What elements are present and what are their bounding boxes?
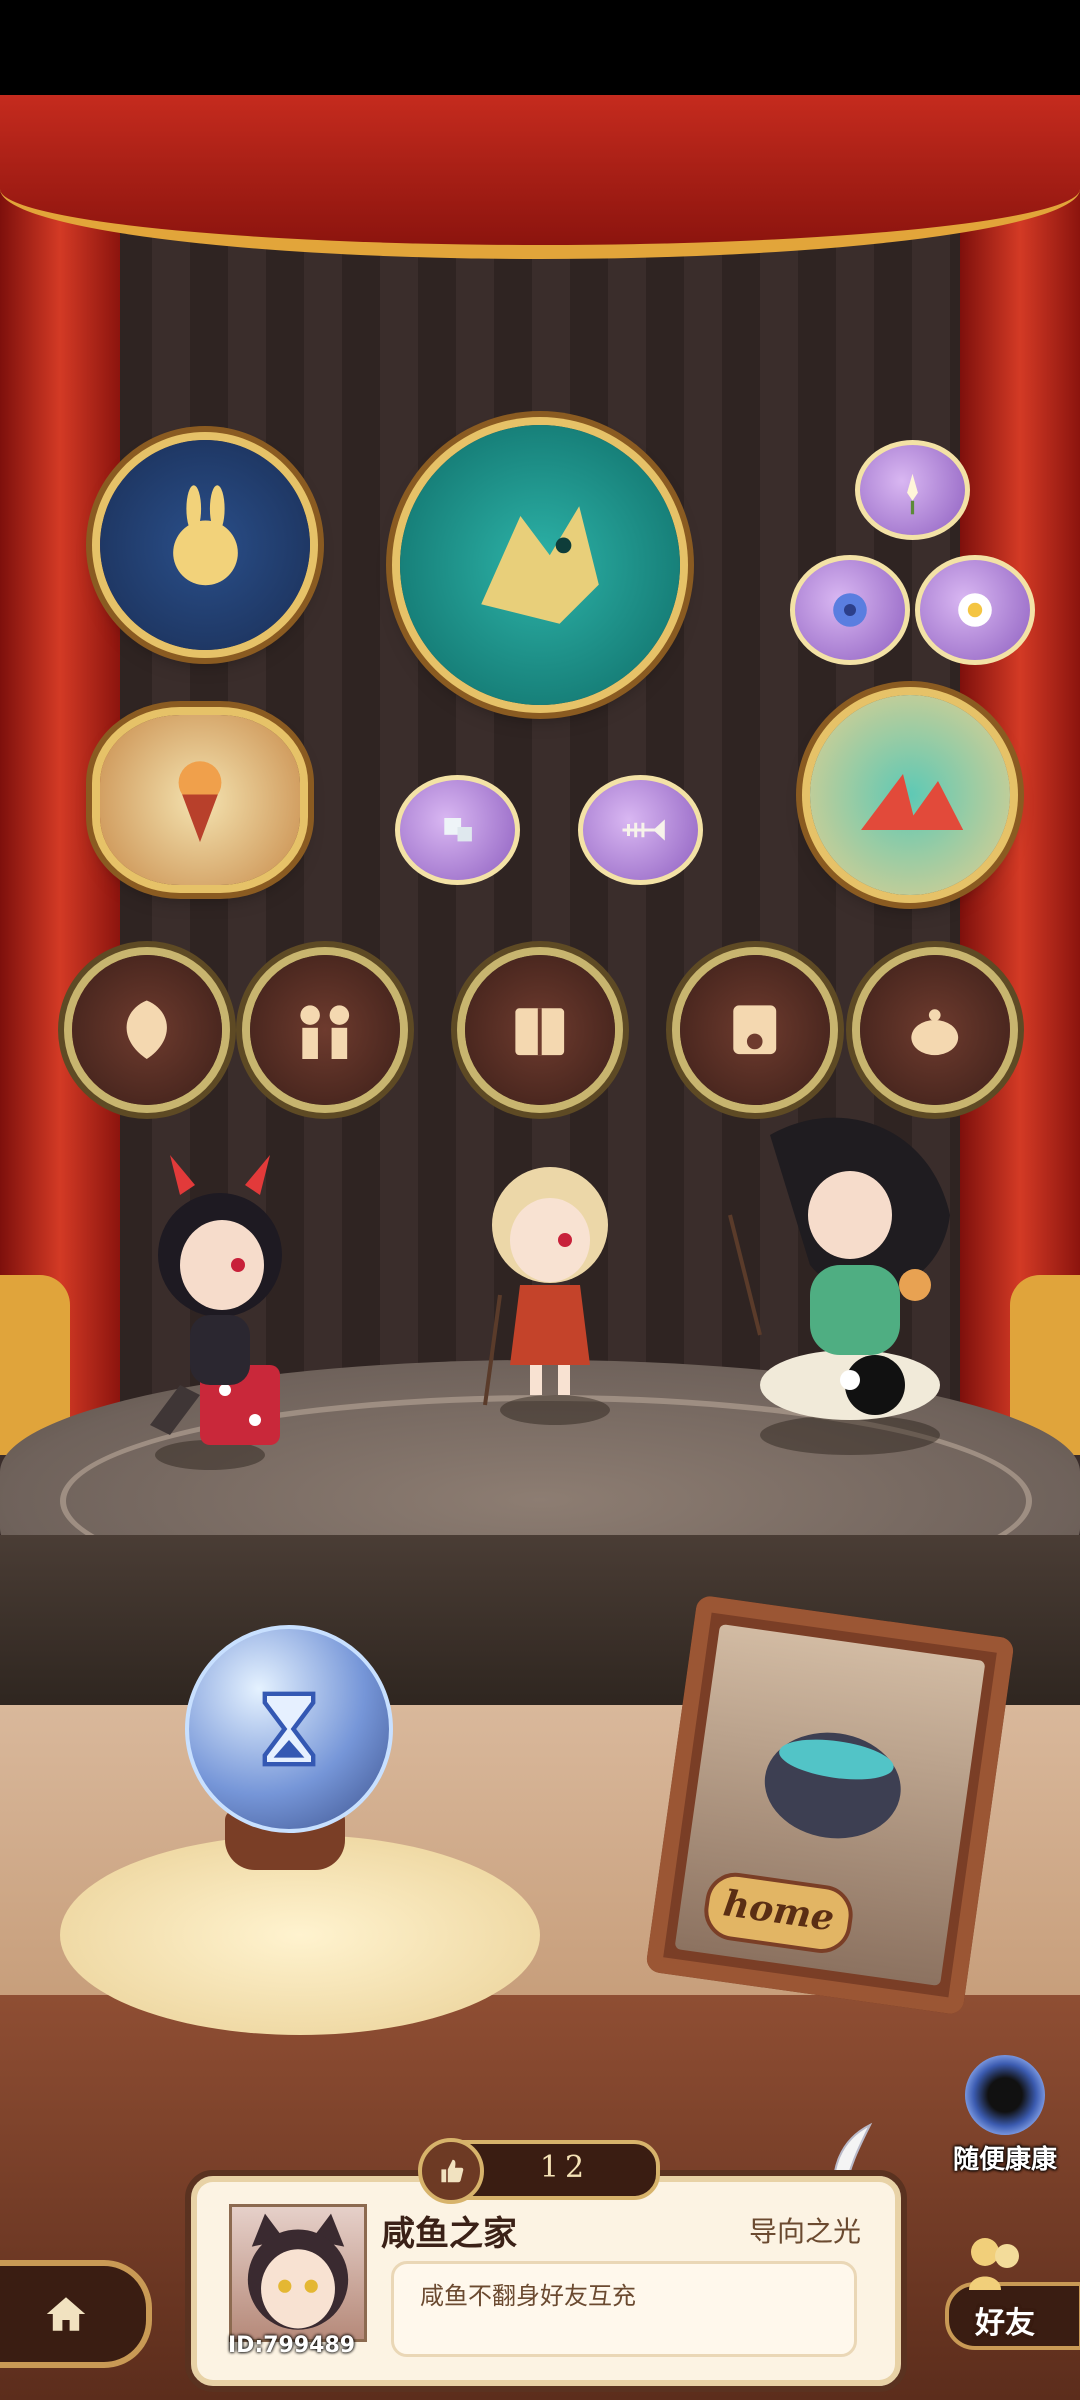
fish-bone-icon bbox=[622, 819, 665, 841]
daisy-icon bbox=[958, 593, 992, 627]
badge-ice-cubes[interactable] bbox=[395, 775, 520, 885]
badge-slot-book[interactable] bbox=[465, 955, 615, 1105]
ice-cream-icon bbox=[178, 760, 222, 842]
badge-slot-leaves[interactable] bbox=[72, 955, 222, 1105]
friends-label: 好友 bbox=[975, 2306, 1035, 2341]
character-fishing-sage[interactable] bbox=[700, 1095, 1030, 1445]
dragon-icon bbox=[481, 506, 599, 624]
game-scene: home bbox=[0, 95, 1080, 2400]
badge-daisy-flower[interactable] bbox=[915, 555, 1035, 665]
signature-text: 咸鱼不翻身好友互充 bbox=[420, 2282, 636, 2310]
leaves-icon bbox=[126, 1000, 168, 1060]
friends-icon bbox=[969, 2238, 1019, 2290]
crystal-ball-button[interactable] bbox=[185, 1625, 393, 1833]
guild-name[interactable]: 导向之光 bbox=[749, 2210, 861, 2250]
home-picture-frame[interactable]: home bbox=[645, 1594, 1015, 2016]
portal-icon bbox=[965, 2055, 1045, 2135]
lily-icon bbox=[907, 473, 918, 515]
home-icon bbox=[46, 2297, 86, 2331]
twins-icon bbox=[300, 1005, 350, 1060]
badge-lily-flower[interactable] bbox=[855, 440, 970, 540]
character-blonde-girl[interactable] bbox=[440, 1115, 660, 1415]
profile-card: 咸鱼之家 导向之光 咸鱼不翻身好友互充 bbox=[185, 2170, 907, 2392]
badge-blue-flower[interactable] bbox=[790, 555, 910, 665]
ice-cubes-icon bbox=[444, 818, 472, 842]
badge-fish-bone[interactable] bbox=[578, 775, 703, 885]
avatar[interactable] bbox=[229, 2204, 367, 2342]
badge-slot-teapot[interactable] bbox=[860, 955, 1010, 1105]
random-visit-label: 随便康康 bbox=[952, 2145, 1057, 2175]
book-icon bbox=[515, 1008, 565, 1056]
badge-slot-scroll[interactable] bbox=[680, 955, 830, 1105]
like-count: 12 bbox=[539, 2150, 591, 2185]
home-button[interactable] bbox=[0, 2260, 152, 2368]
teapot-icon bbox=[911, 1009, 959, 1056]
user-id: ID:799489 bbox=[228, 2333, 356, 2358]
rabbit-icon bbox=[172, 484, 238, 585]
scroll-icon bbox=[733, 1005, 777, 1055]
character-devil-girl[interactable] bbox=[110, 1125, 330, 1455]
hourglass-icon bbox=[262, 1691, 316, 1767]
friends-button[interactable]: 好友 bbox=[935, 2220, 1080, 2350]
like-counter: 12 bbox=[418, 2138, 660, 2204]
watermelon-icon bbox=[861, 774, 964, 830]
badge-winged-ice-cream[interactable] bbox=[100, 715, 300, 885]
curtain-valance bbox=[0, 95, 1080, 259]
signature-box[interactable]: 咸鱼不翻身好友互充 bbox=[391, 2261, 857, 2357]
thumbs-up-icon[interactable] bbox=[418, 2138, 484, 2204]
badge-slot-twins[interactable] bbox=[250, 955, 400, 1105]
badge-dragon[interactable] bbox=[400, 425, 680, 705]
random-visit-button[interactable]: 随便康康 bbox=[945, 2055, 1065, 2175]
home-name: 咸鱼之家 bbox=[381, 2214, 517, 2254]
badge-watermelon[interactable] bbox=[810, 695, 1010, 895]
blue-flower-icon bbox=[833, 593, 867, 627]
badge-moon-rabbit[interactable] bbox=[100, 440, 310, 650]
